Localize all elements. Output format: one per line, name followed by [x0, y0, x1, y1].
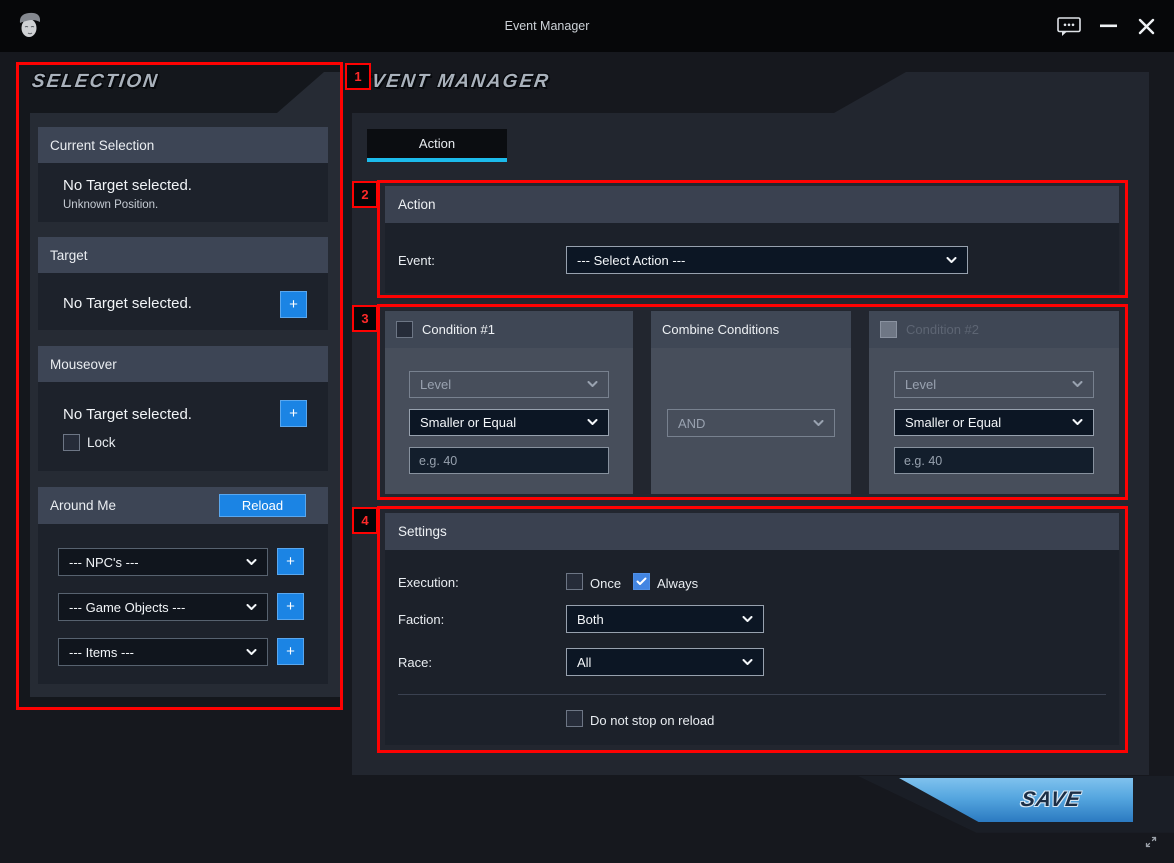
chevron-down-icon — [587, 419, 598, 426]
plus-icon: + — [289, 297, 298, 312]
tab-action-label: Action — [419, 136, 455, 151]
chevron-down-icon — [587, 381, 598, 388]
once-label: Once — [590, 576, 621, 591]
race-label: Race: — [398, 655, 432, 670]
current-selection-line2: Unknown Position. — [63, 199, 158, 211]
save-button-label: SAVE — [1019, 788, 1083, 812]
combine-conditions-label: Combine Conditions — [662, 322, 779, 337]
condition-2-checkbox — [880, 321, 897, 338]
event-dropdown[interactable]: --- Select Action --- — [566, 246, 968, 274]
once-checkbox[interactable] — [566, 573, 583, 590]
mouseover-header: Mouseover — [38, 346, 328, 382]
condition-1-checkbox[interactable] — [396, 321, 413, 338]
items-dropdown-value: --- Items --- — [69, 645, 134, 660]
condition-1-header: Condition #1 — [385, 311, 633, 348]
mouseover-text: No Target selected. — [63, 406, 192, 423]
condition-2-operator-dropdown[interactable]: Smaller or Equal — [894, 409, 1094, 436]
chevron-down-icon — [813, 420, 824, 427]
resize-grip-icon[interactable] — [1144, 835, 1158, 852]
target-add-button[interactable]: + — [280, 291, 307, 318]
condition-1-operator-dropdown[interactable]: Smaller or Equal — [409, 409, 609, 436]
chevron-down-icon — [1072, 381, 1083, 388]
condition-2-value-input[interactable] — [894, 447, 1094, 474]
annotation-badge-2: 2 — [352, 181, 378, 208]
no-stop-label: Do not stop on reload — [590, 713, 714, 728]
npc-add-button[interactable]: + — [277, 548, 304, 575]
combine-operator-dropdown: AND — [667, 409, 835, 437]
faction-dropdown[interactable]: Both — [566, 605, 764, 633]
condition-2-header: Condition #2 — [869, 311, 1119, 348]
event-dropdown-value: --- Select Action --- — [577, 253, 685, 268]
faction-label: Faction: — [398, 612, 444, 627]
reload-button[interactable]: Reload — [219, 494, 306, 517]
always-checkbox[interactable] — [633, 573, 650, 590]
game-objects-dropdown-value: --- Game Objects --- — [69, 600, 185, 615]
condition-1-operator-value: Smaller or Equal — [420, 415, 516, 430]
annotation-badge-1: 1 — [345, 63, 371, 90]
window-title: Event Manager — [467, 19, 627, 33]
condition-1-field-value: Level — [420, 377, 451, 392]
settings-section-header: Settings — [385, 513, 1119, 550]
app-icon — [16, 10, 43, 44]
plus-icon: + — [289, 406, 298, 421]
race-dropdown[interactable]: All — [566, 648, 764, 676]
condition-1-field-dropdown: Level — [409, 371, 609, 398]
chevron-down-icon — [946, 257, 957, 264]
chevron-down-icon — [246, 604, 257, 611]
game-objects-add-button[interactable]: + — [277, 593, 304, 620]
check-icon — [636, 577, 647, 586]
tab-action[interactable]: Action — [367, 129, 507, 162]
race-dropdown-value: All — [577, 655, 591, 670]
execution-label: Execution: — [398, 575, 459, 590]
target-text: No Target selected. — [63, 295, 192, 312]
combine-conditions-header: Combine Conditions — [651, 311, 851, 348]
chevron-down-icon — [246, 649, 257, 656]
current-selection-header: Current Selection — [38, 127, 328, 163]
chevron-down-icon — [246, 559, 257, 566]
items-dropdown[interactable]: --- Items --- — [58, 638, 268, 666]
npc-dropdown[interactable]: --- NPC's --- — [58, 548, 268, 576]
annotation-badge-4: 4 — [352, 507, 378, 534]
close-icon[interactable] — [1134, 14, 1158, 38]
condition-2-label: Condition #2 — [906, 322, 979, 337]
selection-panel-title: SELECTION — [30, 71, 160, 93]
lock-label: Lock — [87, 435, 116, 450]
reload-label: Reload — [242, 498, 283, 513]
settings-divider — [398, 694, 1106, 695]
game-objects-dropdown[interactable]: --- Game Objects --- — [58, 593, 268, 621]
always-label: Always — [657, 576, 698, 591]
condition-1-value-input[interactable] — [409, 447, 609, 474]
combine-operator-value: AND — [678, 416, 705, 431]
plus-icon: + — [286, 554, 295, 569]
condition-1-label: Condition #1 — [422, 322, 495, 337]
current-selection-line1: No Target selected. — [63, 177, 192, 194]
annotation-badge-3: 3 — [352, 305, 378, 332]
minimize-icon[interactable] — [1097, 15, 1119, 37]
lock-checkbox[interactable] — [63, 434, 80, 451]
condition-2-operator-value: Smaller or Equal — [905, 415, 1001, 430]
event-manager-title: EVENT MANAGER — [355, 71, 551, 93]
action-section-header: Action — [385, 186, 1119, 223]
items-add-button[interactable]: + — [277, 638, 304, 665]
chat-icon[interactable] — [1056, 16, 1082, 37]
plus-icon: + — [286, 599, 295, 614]
plus-icon: + — [286, 644, 295, 659]
chevron-down-icon — [742, 659, 753, 666]
chevron-down-icon — [742, 616, 753, 623]
mouseover-add-button[interactable]: + — [280, 400, 307, 427]
no-stop-checkbox[interactable] — [566, 710, 583, 727]
event-label: Event: — [398, 253, 435, 268]
titlebar: Event Manager — [0, 0, 1174, 52]
faction-dropdown-value: Both — [577, 612, 604, 627]
npc-dropdown-value: --- NPC's --- — [69, 555, 139, 570]
condition-2-field-dropdown: Level — [894, 371, 1094, 398]
condition-2-field-value: Level — [905, 377, 936, 392]
chevron-down-icon — [1072, 419, 1083, 426]
target-header: Target — [38, 237, 328, 273]
